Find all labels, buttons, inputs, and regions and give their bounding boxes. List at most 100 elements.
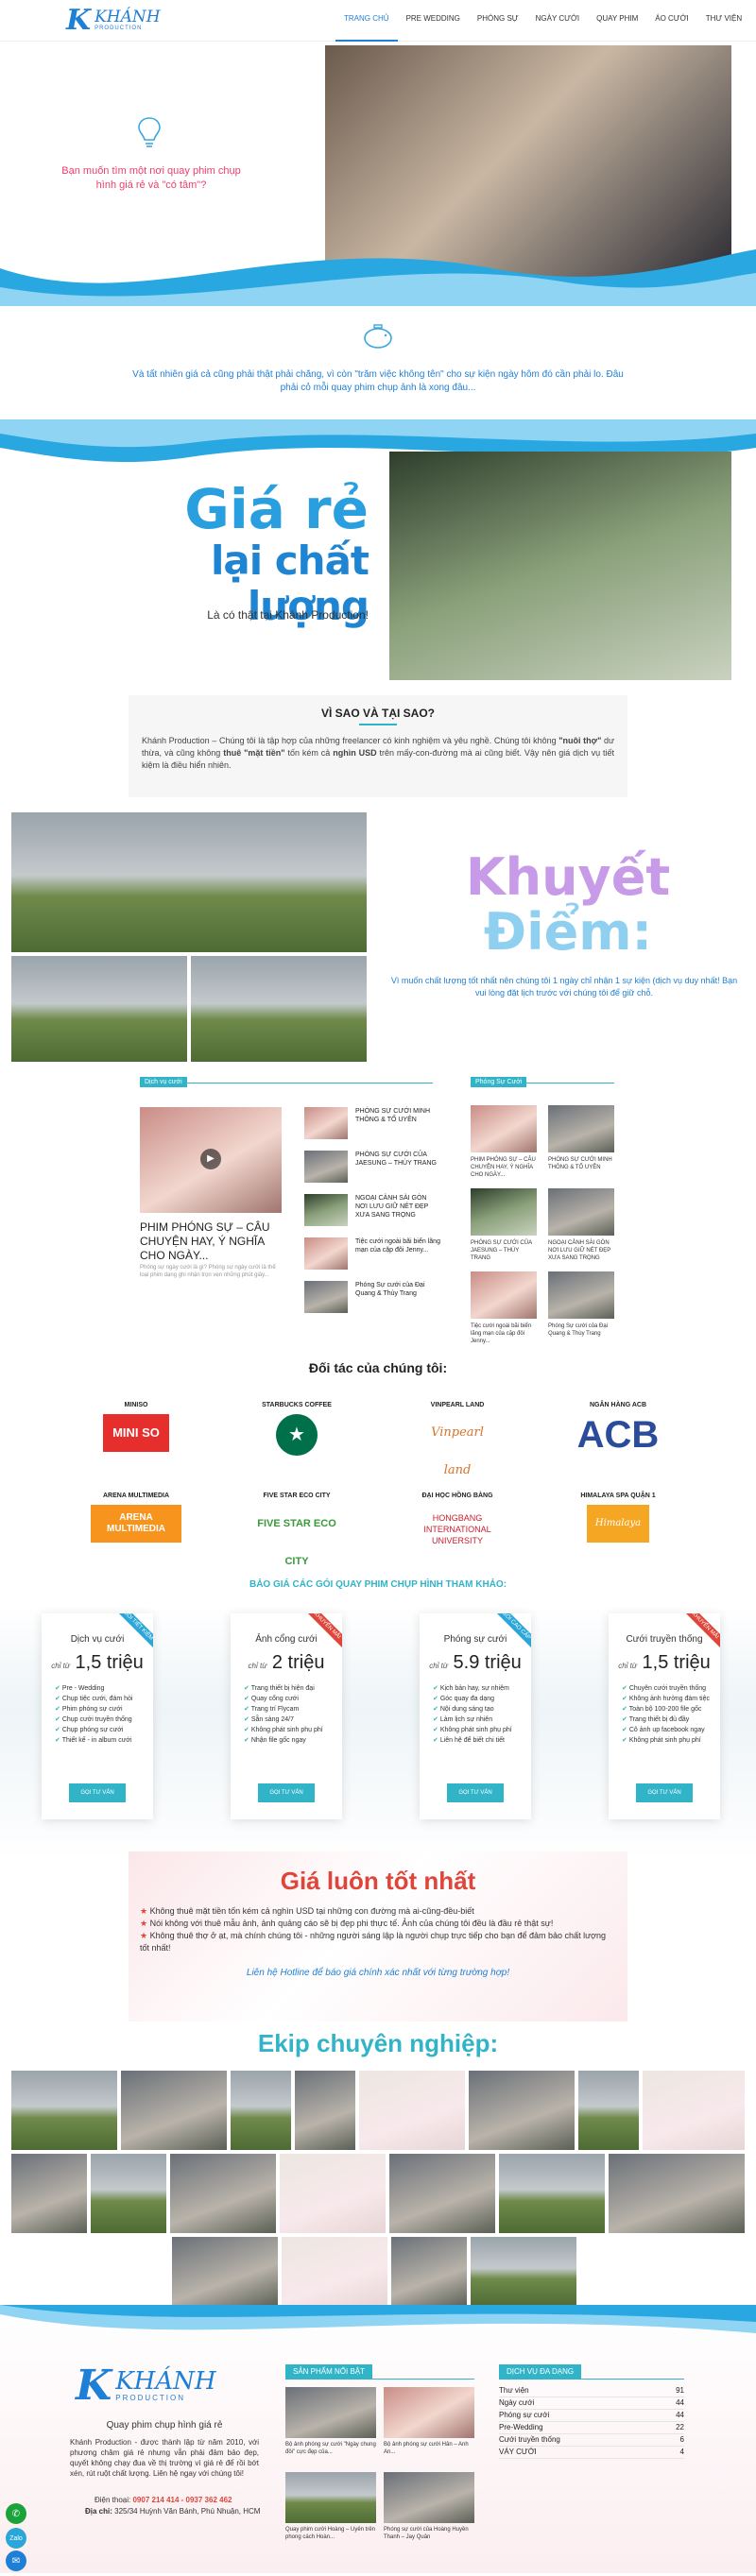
zalo-button[interactable]: Zalo bbox=[6, 2528, 26, 2549]
plan-price: chỉ từ 1,5 triệu bbox=[609, 1652, 720, 1674]
featured-thumb bbox=[285, 2387, 376, 2438]
news-right-tag[interactable]: Phóng Sự Cưới bbox=[471, 1077, 527, 1087]
grid-item[interactable]: PHIM PHÓNG SỰ – CÂU CHUYỆN HAY, Ý NGHĨA … bbox=[471, 1105, 537, 1179]
featured-item[interactable]: Quay phim cưới Hoàng – Uyên trên phong c… bbox=[285, 2472, 376, 2541]
grid-item[interactable]: PHÓNG SỰ CƯỚI MINH THÔNG & TỐ UYÊN bbox=[548, 1105, 614, 1171]
featured-item[interactable]: Bộ ảnh phóng sự cưới Hân – Anh An... bbox=[384, 2387, 474, 2456]
news-list-item[interactable]: PHÓNG SỰ CƯỚI MINH THÔNG & TỐ UYÊN bbox=[304, 1107, 440, 1139]
best-list: ★ Không thuê mặt tiền tốn kém cả nghìn U… bbox=[140, 1905, 616, 1954]
logo-mark: K bbox=[66, 3, 92, 37]
plan-feature: Không phát sinh phụ phí bbox=[244, 1725, 342, 1735]
price-value: 5.9 triệu bbox=[453, 1652, 522, 1673]
plan-feature: Toàn bộ 100-200 file gốc bbox=[622, 1704, 720, 1714]
team-photo[interactable] bbox=[172, 2237, 278, 2307]
service-row[interactable]: Thư viện 91 bbox=[499, 2385, 684, 2397]
team-photo[interactable] bbox=[643, 2071, 745, 2150]
team-photo[interactable] bbox=[231, 2071, 291, 2150]
call-consult-button[interactable]: GỌI TƯ VẤN bbox=[258, 1783, 315, 1802]
play-icon[interactable]: ▶ bbox=[200, 1149, 221, 1169]
hero-question: Bạn muốn tìm một nơi quay phim chụp hình… bbox=[61, 165, 241, 191]
service-row[interactable]: VÁY CƯỚI 4 bbox=[499, 2447, 684, 2459]
team-photo[interactable] bbox=[609, 2154, 745, 2233]
news-feature-photo[interactable]: ▶ bbox=[140, 1107, 282, 1213]
footer-featured: SẢN PHẨM NỔI BẬT Bộ ảnh phóng sự cưới "N… bbox=[285, 2362, 474, 2576]
news-feature-title[interactable]: PHIM PHÓNG SỰ – CÂU CHUYỆN HAY, Ý NGHĨA … bbox=[140, 1220, 282, 1263]
plan-feature: Chụp phóng sự cưới bbox=[55, 1725, 153, 1735]
grid-item[interactable]: NGOẠI CẢNH SÀI GÒN NƠI LƯU GIỮ NÉT ĐẸP X… bbox=[548, 1188, 614, 1262]
best-item-text: Nói không với thuê mẫu ảnh, ảnh quảng cá… bbox=[149, 1919, 554, 1928]
news-list-item[interactable]: Tiệc cưới ngoài bãi biển lãng mạn của cặ… bbox=[304, 1237, 440, 1270]
price-prefix: chỉ từ bbox=[429, 1662, 448, 1670]
grid-item[interactable]: Phóng Sự cưới của Đại Quang & Thùy Trang bbox=[548, 1271, 614, 1338]
nav-ngay-cuoi[interactable]: NGÀY CƯỚI bbox=[527, 0, 588, 42]
team-photo[interactable] bbox=[280, 2154, 386, 2233]
plan-name: Phóng sự cưới bbox=[443, 1634, 507, 1645]
news-thumb bbox=[304, 1281, 348, 1313]
news-item-title: PHÓNG SỰ CƯỚI CỦA JAESUNG – THÚY TRANG bbox=[355, 1152, 437, 1167]
service-row[interactable]: Phóng sự cưới 44 bbox=[499, 2410, 684, 2422]
why-box: VÌ SAO VÀ TẠI SAO? Khánh Production – Ch… bbox=[129, 695, 627, 797]
service-row[interactable]: Ngày cưới 44 bbox=[499, 2397, 684, 2410]
plan-feature: Góc quay đa dạng bbox=[433, 1694, 531, 1704]
team-photo[interactable] bbox=[471, 2237, 576, 2307]
cheap-headline: Giá rẻ lại chất lượng bbox=[113, 480, 369, 629]
service-name: Phóng sự cưới bbox=[499, 2411, 550, 2419]
grid-title: PHÓNG SỰ CƯỚI CỦA JAESUNG – THÚY TRANG bbox=[471, 1240, 532, 1261]
team-photo[interactable] bbox=[282, 2237, 387, 2307]
team-photo[interactable] bbox=[499, 2154, 605, 2233]
site-logo[interactable]: K KHÁNH PRODUCTION bbox=[66, 3, 161, 37]
featured-item[interactable]: Phóng sự cưới của Hoàng Huyền Thanh – Ja… bbox=[384, 2472, 474, 2541]
call-consult-button[interactable]: GỌI TƯ VẤN bbox=[447, 1783, 504, 1802]
best-item-text: Không thuê mặt tiền tốn kém cả nghìn USD… bbox=[149, 1906, 474, 1916]
footer-logo[interactable]: K KHÁNH PRODUCTION bbox=[76, 2362, 216, 2410]
team-photo[interactable] bbox=[295, 2071, 355, 2150]
pricing-title: BẢO GIÁ CÁC GÓI QUAY PHIM CHỤP HÌNH THAM… bbox=[249, 1579, 507, 1590]
nav-quay-phim[interactable]: QUAY PHIM bbox=[588, 0, 646, 42]
chat-icon[interactable]: ✉ bbox=[6, 2550, 26, 2571]
featured-item[interactable]: Bộ ảnh phóng sự cưới "Ngày chung đôi" cự… bbox=[285, 2387, 376, 2456]
news-left-tag[interactable]: Dịch vụ cưới bbox=[140, 1077, 187, 1087]
why-p1: Khánh Production – Chúng tôi là tập hợp … bbox=[142, 736, 559, 745]
nav-ao-cuoi[interactable]: ÁO CƯỚI bbox=[646, 0, 696, 42]
service-row[interactable]: Cưới truyền thống 6 bbox=[499, 2434, 684, 2447]
phone-value[interactable]: 0907 214 414 - 0937 362 462 bbox=[132, 2496, 232, 2504]
field-couple-photo-2 bbox=[11, 956, 187, 1062]
team-photo[interactable] bbox=[391, 2237, 467, 2307]
nav-thu-vien[interactable]: THƯ VIỆN bbox=[697, 0, 750, 42]
plan-name: Ảnh cổng cưới bbox=[255, 1634, 318, 1645]
team-photo[interactable] bbox=[359, 2071, 465, 2150]
nav-pre-wedding[interactable]: PRE WEDDING bbox=[398, 0, 469, 42]
service-row[interactable]: Pre-Wedding 22 bbox=[499, 2422, 684, 2434]
news-thumb bbox=[304, 1237, 348, 1270]
footer-logo-mark: K bbox=[76, 2362, 112, 2410]
piggy-bank-icon bbox=[364, 324, 392, 349]
team-photo[interactable] bbox=[170, 2154, 276, 2233]
team-photo[interactable] bbox=[11, 2154, 87, 2233]
service-name: Pre-Wedding bbox=[499, 2423, 543, 2431]
featured-title: SẢN PHẨM NỔI BẬT bbox=[285, 2364, 373, 2379]
grid-item[interactable]: Tiệc cưới ngoài bãi biển lãng mạn của cặ… bbox=[471, 1271, 537, 1345]
call-consult-button[interactable]: GỌI TƯ VẤN bbox=[69, 1783, 126, 1802]
news-list-item[interactable]: PHÓNG SỰ CƯỚI CỦA JAESUNG – THÚY TRANG bbox=[304, 1151, 440, 1183]
service-name: Thư viện bbox=[499, 2386, 529, 2395]
phone-icon[interactable]: ✆ bbox=[6, 2503, 26, 2524]
news-list-item[interactable]: Phóng Sự cưới của Đại Quang & Thùy Trang bbox=[304, 1281, 440, 1313]
call-consult-button[interactable]: GỌI TƯ VẤN bbox=[636, 1783, 693, 1802]
cheap-couple-photo bbox=[389, 452, 731, 680]
team-photo[interactable] bbox=[469, 2071, 575, 2150]
team-photo[interactable] bbox=[578, 2071, 639, 2150]
news-list-item[interactable]: NGOẠI CẢNH SÀI GÒN NƠI LƯU GIỮ NÉT ĐẸP X… bbox=[304, 1194, 440, 1226]
team-photo[interactable] bbox=[91, 2154, 166, 2233]
team-photo[interactable] bbox=[11, 2071, 117, 2150]
team-photo[interactable] bbox=[121, 2071, 227, 2150]
plan-price: chỉ từ 1,5 triệu bbox=[42, 1652, 153, 1674]
hero-section: Bạn muốn tìm một nơi quay phim chụp hình… bbox=[0, 42, 756, 306]
service-name: Ngày cưới bbox=[499, 2398, 535, 2407]
weakness-section: Khuyết Điểm: Vì muốn chất lượng tốt nhất… bbox=[0, 809, 756, 1064]
partner-hongbang: ĐẠI HỌC HỒNG BÀNG HONGBANG INTERNATIONAL … bbox=[401, 1493, 514, 1545]
nav-phong-su[interactable]: PHÓNG SỰ bbox=[469, 0, 527, 42]
partner-arena: ARENA MULTIMEDIA ARENA MULTIMEDIA bbox=[79, 1493, 193, 1543]
nav-home[interactable]: TRANG CHỦ bbox=[335, 0, 398, 42]
grid-item[interactable]: PHÓNG SỰ CƯỚI CỦA JAESUNG – THÚY TRANG bbox=[471, 1188, 537, 1262]
team-photo[interactable] bbox=[389, 2154, 495, 2233]
